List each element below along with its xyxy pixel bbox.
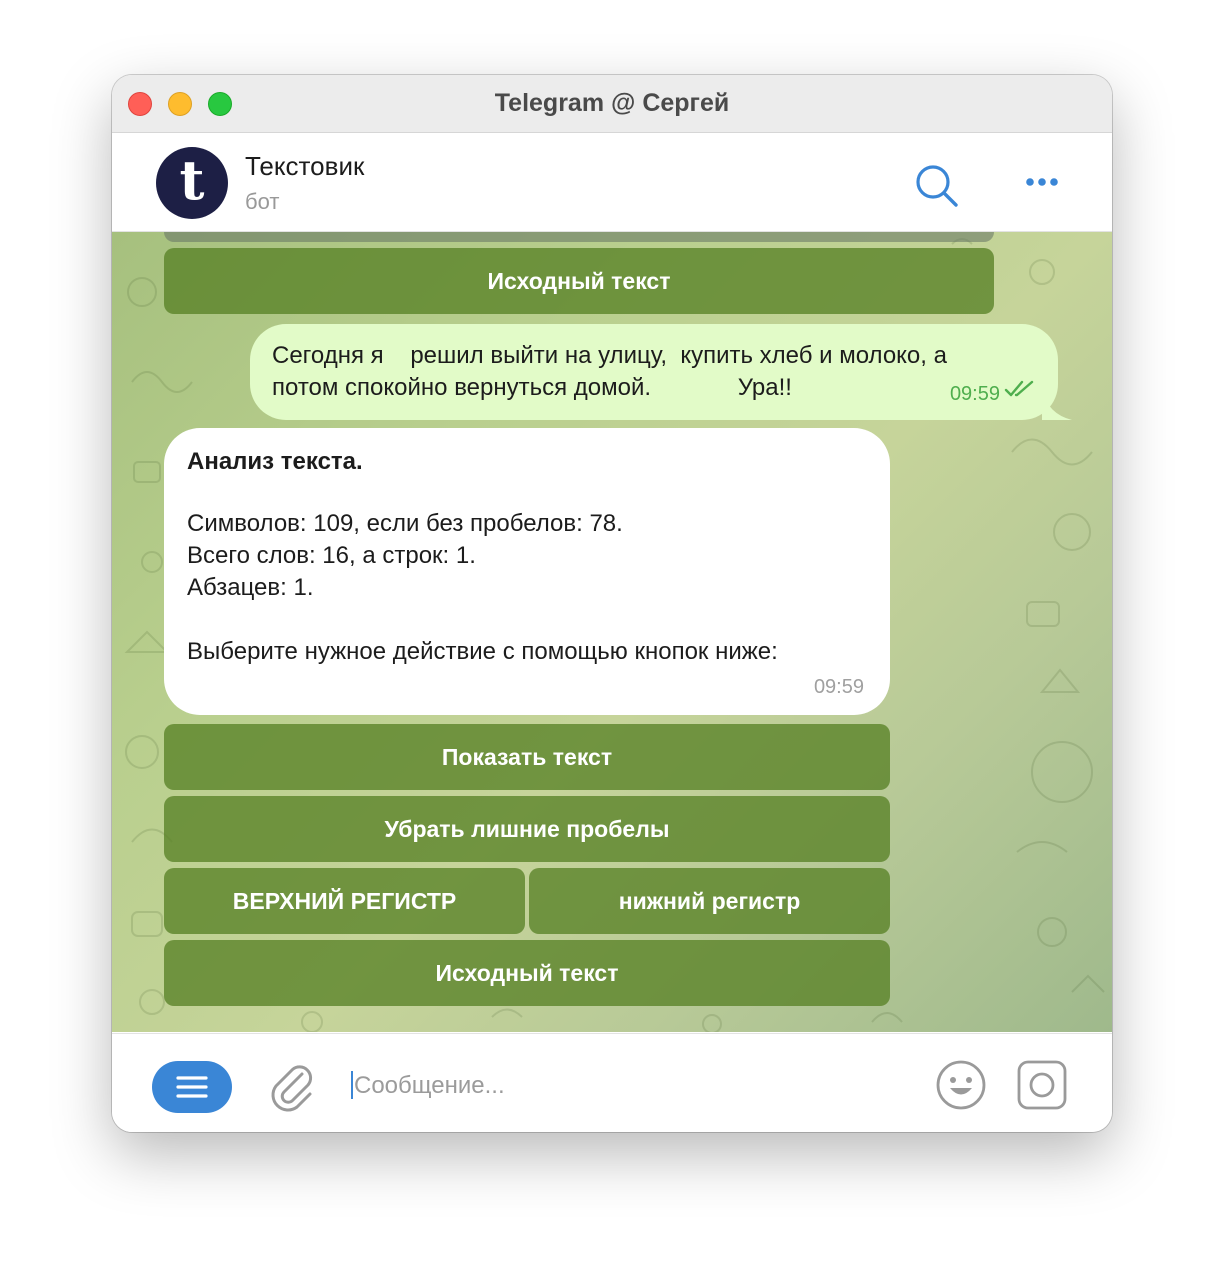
more-icon[interactable]	[1017, 161, 1067, 211]
analysis-words: Всего слов: 16, а строк: 1.	[187, 542, 476, 569]
search-icon[interactable]	[912, 161, 962, 211]
window-title: Telegram @ Сергей	[494, 89, 730, 117]
bubble-tail	[1042, 390, 1072, 420]
message-time: 09:59	[813, 676, 864, 698]
telegram-window: Telegram @ Сергей t Текстовик бот Исходн…	[112, 75, 1112, 1132]
original-text-button[interactable]: Исходный текст	[164, 940, 890, 1006]
outgoing-message-text: Сегодня я решил выйти на улицу, купить х…	[272, 342, 947, 401]
previous-message-edge	[164, 232, 994, 242]
remove-extra-spaces-button[interactable]: Убрать лишние пробелы	[164, 796, 890, 862]
message-time: 09:59	[949, 383, 1000, 405]
avatar[interactable]: t	[156, 147, 228, 219]
menu-icon	[176, 1076, 208, 1098]
outgoing-message[interactable]: Сегодня я решил выйти на улицу, купить х…	[250, 324, 1072, 420]
chat-header[interactable]: t Текстовик бот	[112, 133, 1112, 232]
message-input[interactable]	[352, 1060, 916, 1112]
original-text-button[interactable]: Исходный текст	[164, 248, 994, 314]
uppercase-button[interactable]: ВЕРХНИЙ РЕГИСТР	[164, 868, 525, 934]
analysis-symbols: Символов: 109, если без пробелов: 78.	[187, 510, 623, 537]
chat-name[interactable]: Текстовик	[245, 151, 364, 182]
chat-area[interactable]: Исходный текст Сегодня я решил выйти на …	[112, 232, 1112, 1032]
camera-icon[interactable]	[1015, 1058, 1069, 1112]
show-text-button[interactable]: Показать текст	[164, 724, 890, 790]
message-composer	[112, 1033, 1112, 1132]
analysis-prompt: Выберите нужное действие с помощью кнопо…	[187, 638, 778, 665]
analysis-paragraphs: Абзацев: 1.	[187, 574, 314, 601]
incoming-message[interactable]: Анализ текста. Символов: 109, если без п…	[164, 428, 890, 715]
lowercase-button[interactable]: нижний регистр	[529, 868, 890, 934]
analysis-title: Анализ текста.	[187, 448, 363, 475]
chat-status: бот	[245, 189, 280, 214]
paperclip-icon[interactable]	[268, 1060, 316, 1112]
bot-menu-button[interactable]	[152, 1061, 232, 1113]
title-bar: Telegram @ Сергей	[112, 75, 1112, 133]
double-check-icon	[1004, 379, 1036, 404]
emoji-icon[interactable]	[934, 1058, 988, 1112]
